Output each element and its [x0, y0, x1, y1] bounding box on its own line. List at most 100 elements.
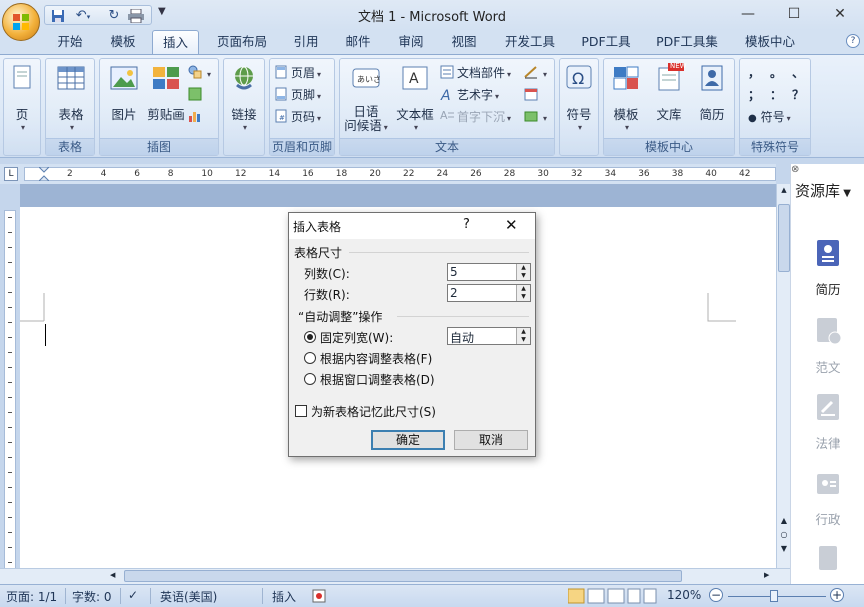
zoom-out-button[interactable]: − [709, 588, 723, 602]
textbox-button[interactable]: A 文本框 ▾ [392, 63, 438, 132]
japanese-greeting-button[interactable]: あいさつ 日语 问候语▾ [342, 63, 390, 135]
ok-button[interactable]: 确定 [371, 430, 445, 450]
rows-stepper[interactable]: 2 ▲ ▼ [447, 284, 531, 302]
scroll-left-icon[interactable]: ◀ [110, 571, 120, 579]
clipart-button[interactable]: 剪贴画 [146, 63, 186, 123]
browse-object-icons[interactable]: ▲ ○ ▼ [779, 514, 789, 556]
fixed-width-stepper[interactable]: 自动 ▲ ▼ [447, 327, 531, 345]
horizontal-ruler[interactable]: 2 4 6 8 10 12 14 16 18 20 22 24 26 28 30 32 34 36 38 40 42 [24, 166, 776, 182]
panel-title[interactable]: 资源库 ▼ [795, 180, 851, 201]
indent-marker[interactable] [37, 166, 51, 182]
zoom-level[interactable]: 120% [667, 588, 701, 602]
undo-icon[interactable]: ↶▾ [71, 7, 95, 24]
help-icon[interactable]: ? [846, 34, 860, 48]
symbol-semicolon[interactable]: ； [748, 85, 760, 105]
view-buttons[interactable] [567, 588, 658, 607]
insert-mode[interactable]: 插入 [272, 588, 296, 605]
remember-size-checkbox[interactable] [295, 405, 307, 417]
tab-review[interactable]: 审阅 [391, 32, 431, 54]
office-button[interactable] [2, 3, 40, 41]
header-button[interactable]: 页眉 ▾ [274, 63, 321, 83]
tab-template[interactable]: 模板 [103, 32, 143, 54]
symbol-question[interactable]: ？ [792, 85, 804, 105]
spin-arrows-icon[interactable]: ▲ ▼ [516, 264, 530, 280]
word-count[interactable]: 字数: 0 [72, 588, 112, 605]
text-cursor [45, 324, 46, 346]
object-button[interactable]: ▾ [524, 107, 547, 127]
columns-stepper[interactable]: 5 ▲ ▼ [447, 263, 531, 281]
print-icon[interactable] [127, 7, 145, 24]
dropcap-button[interactable]: A 首字下沉 ▾ [440, 107, 511, 127]
page-button[interactable]: 页 ▾ [6, 63, 38, 132]
vertical-ruler[interactable] [4, 210, 16, 570]
side-item-admin[interactable]: 行政 [791, 468, 864, 528]
customize-qat-button[interactable]: ▼ [158, 6, 166, 17]
ruler-tick [8, 457, 12, 458]
symbol-colon[interactable]: ： [770, 85, 782, 105]
close-button[interactable]: ✕ [818, 2, 862, 26]
tab-pdf-tools[interactable]: PDF工具 [576, 32, 636, 54]
hscroll-thumb[interactable] [124, 570, 682, 582]
chart-button[interactable] [188, 107, 210, 127]
ruler-number: 40 [705, 169, 717, 179]
side-item-resume[interactable]: 简历 [791, 238, 864, 298]
autofit-window-radio[interactable] [304, 373, 316, 385]
page-count[interactable]: 页面: 1/1 [6, 588, 57, 605]
tab-template-center[interactable]: 模板中心 [738, 32, 802, 54]
tab-page-layout[interactable]: 页面布局 [210, 32, 274, 54]
special-symbol-button[interactable]: ● 符号 ▾ [748, 107, 791, 127]
zoom-in-button[interactable]: + [830, 588, 844, 602]
minimize-button[interactable]: — [726, 2, 770, 26]
wordart-button[interactable]: A 艺术字 ▾ [440, 85, 499, 105]
library-button[interactable]: NEW 文库 [648, 62, 690, 123]
horizontal-scrollbar[interactable]: ◀ ▶ [0, 568, 790, 584]
symbol-pause[interactable]: 、 [792, 63, 804, 83]
template-button[interactable]: 模板 ▾ [606, 63, 646, 132]
page-number-button[interactable]: # 页码 ▾ [274, 107, 321, 127]
side-item-official[interactable]: 公文 [791, 544, 864, 584]
spin-arrows-icon[interactable]: ▲ ▼ [516, 285, 530, 301]
side-item-sample[interactable]: 范文 [791, 316, 864, 376]
tab-pdf-toolset[interactable]: PDF工具集 [650, 32, 724, 54]
spin-arrows-icon[interactable]: ▲ ▼ [516, 328, 530, 344]
chevron-down-icon: ▾ [20, 123, 25, 132]
save-icon[interactable] [49, 7, 67, 24]
vertical-scrollbar[interactable]: ▲ ▲ ○ ▼ [776, 184, 790, 568]
tab-developer[interactable]: 开发工具 [498, 32, 562, 54]
cancel-button[interactable]: 取消 [454, 430, 528, 450]
scroll-up-icon[interactable]: ▲ [779, 186, 789, 196]
symbol-comma[interactable]: ， [748, 63, 760, 83]
proofing-icon[interactable]: ✓ [128, 588, 138, 602]
autofit-content-radio[interactable] [304, 352, 316, 364]
scroll-right-icon[interactable]: ▶ [764, 571, 774, 579]
table-button[interactable]: 表格 ▾ [50, 63, 92, 132]
quickparts-button[interactable]: 文档部件 ▾ [440, 63, 511, 83]
tab-insert[interactable]: 插入 [152, 30, 199, 55]
shapes-button[interactable]: ▾ [188, 63, 216, 83]
tab-mailings[interactable]: 邮件 [338, 32, 378, 54]
picture-button[interactable]: 图片 [104, 63, 144, 123]
macro-record-icon[interactable] [312, 588, 326, 606]
maximize-button[interactable]: ☐ [772, 2, 816, 26]
language[interactable]: 英语(美国) [160, 588, 217, 605]
scroll-thumb[interactable] [778, 204, 790, 272]
tab-home[interactable]: 开始 [50, 32, 90, 54]
tab-view[interactable]: 视图 [444, 32, 484, 54]
symbol-button[interactable]: Ω 符号 ▾ [562, 63, 596, 132]
footer-button[interactable]: 页脚 ▾ [274, 85, 321, 105]
tab-references[interactable]: 引用 [286, 32, 326, 54]
redo-icon[interactable]: ↻ [105, 7, 123, 24]
fixed-width-radio[interactable] [304, 331, 316, 343]
resume-button[interactable]: 简历 [692, 63, 732, 123]
zoom-slider-thumb[interactable] [770, 590, 778, 602]
symbol-period[interactable]: 。 [770, 63, 782, 83]
link-button[interactable]: 链接 ▾ [226, 63, 262, 132]
side-item-law[interactable]: 法律 [791, 392, 864, 452]
smartart-button[interactable] [188, 85, 210, 105]
signature-line-button[interactable]: ▾ [524, 63, 547, 83]
dialog-help-button[interactable]: ? [463, 217, 470, 232]
panel-close-icon[interactable]: ⊗ [791, 164, 803, 176]
datetime-button[interactable] [524, 85, 541, 105]
tab-selector[interactable]: L [4, 167, 18, 181]
dialog-close-button[interactable]: ✕ [505, 216, 518, 234]
